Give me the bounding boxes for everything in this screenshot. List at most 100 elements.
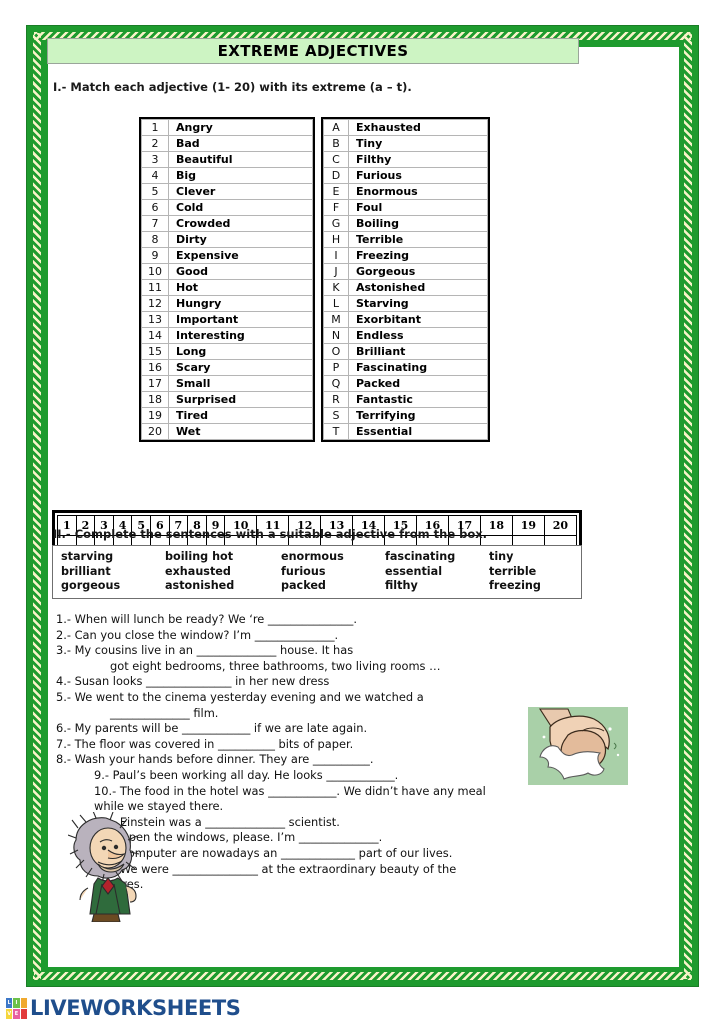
extreme-key: M — [323, 311, 349, 328]
table-row: P Fascinating — [323, 359, 488, 376]
word-bank-row: starving boiling hot enormous fascinating ti… — [53, 550, 581, 565]
logo-tile-v: V — [6, 1008, 13, 1019]
extreme-word: Exorbitant — [348, 311, 488, 328]
table-row: 20 Wet — [141, 423, 313, 440]
table-row: 6 Cold — [141, 199, 313, 216]
table-row: 12 Hungry — [141, 295, 313, 312]
sentence-s6[interactable]: 6.- My parents will be ____________ if w… — [56, 721, 576, 737]
adjective-table-left: 1 Angry 2 Bad 3 Beautiful 4 Big 5 Clever 6 Cold 7 Cro… — [139, 117, 315, 442]
table-row: J Gorgeous — [323, 263, 488, 280]
table-row: 9 Expensive — [141, 247, 313, 264]
liveworksheets-logo-icon: L I V E — [6, 997, 27, 1019]
table-row: 8 Dirty — [141, 231, 313, 248]
adjective-word: Dirty — [168, 231, 313, 248]
extreme-key: F — [323, 199, 349, 216]
word-bank-item: essential — [385, 564, 443, 578]
table-row: 19 Tired — [141, 407, 313, 424]
table-row: H Terrible — [323, 231, 488, 248]
extreme-word: Exhausted — [348, 119, 488, 136]
table-row: 17 Small — [141, 375, 313, 392]
extreme-key: Q — [323, 375, 349, 392]
page-title: EXTREME ADJECTIVES — [47, 38, 579, 64]
adjective-word: Small — [168, 375, 313, 392]
table-row: 11 Hot — [141, 279, 313, 296]
extreme-key: O — [323, 343, 349, 360]
adjective-key: 1 — [141, 119, 169, 136]
adjective-key: 18 — [141, 391, 169, 408]
sentence-s10b[interactable]: while we stayed there. — [94, 799, 576, 815]
adjective-table-right: A Exhausted B Tiny C Filthy D Furious E Enormous F… — [321, 117, 490, 442]
sentence-s4[interactable]: 4.- Susan looks _______________ in her n… — [56, 674, 576, 690]
extreme-word: Essential — [348, 423, 488, 440]
logo-tile-blank-1 — [20, 997, 27, 1008]
sentence-s1[interactable]: 1.- When will lunch be ready? We ‘re ___… — [56, 612, 576, 628]
sentence-s12[interactable]: 12.- Open the windows, please. I’m _____… — [94, 830, 576, 846]
word-bank-item: starving — [61, 550, 114, 563]
answer-grid-number: 20 — [543, 515, 578, 536]
extreme-key: L — [323, 295, 349, 312]
sentence-s10[interactable]: 10.- The food in the hotel was _________… — [94, 784, 576, 800]
sentence-s8[interactable]: 8.- Wash your hands before dinner. They … — [56, 752, 576, 768]
table-row: D Furious — [323, 167, 488, 184]
logo-tile-i: I — [13, 997, 20, 1008]
sentence-s11[interactable]: 11.- Einstein was a ______________ scien… — [94, 815, 576, 831]
extreme-key: D — [323, 167, 349, 184]
sentence-s14[interactable]: 14.- We were _______________ at the extr… — [94, 862, 576, 878]
adjective-key: 8 — [141, 231, 169, 248]
adjective-key: 17 — [141, 375, 169, 392]
worksheet-page: EXTREME ADJECTIVES I.- Match each adject… — [0, 0, 725, 1024]
extreme-key: G — [323, 215, 349, 232]
answer-grid-number: 19 — [511, 515, 545, 536]
sentence-s5b[interactable]: ______________ film. — [56, 706, 576, 722]
adjective-word: Angry — [168, 119, 313, 136]
extreme-word: Starving — [348, 295, 488, 312]
sentence-s14b[interactable]: pictures. — [94, 877, 576, 893]
table-row: F Foul — [323, 199, 488, 216]
adjective-key: 19 — [141, 407, 169, 424]
table-row: 13 Important — [141, 311, 313, 328]
extreme-word: Terrible — [348, 231, 488, 248]
sentence-s2[interactable]: 2.- Can you close the window? I’m ______… — [56, 628, 576, 644]
table-row: 14 Interesting — [141, 327, 313, 344]
sentence-s7[interactable]: 7.- The floor was covered in __________ … — [56, 737, 576, 753]
extreme-key: K — [323, 279, 349, 296]
sentence-s5[interactable]: 5.- We went to the cinema yesterday even… — [56, 690, 576, 706]
sentence-s13[interactable]: 13.- Computer are nowadays an __________… — [94, 846, 576, 862]
extreme-word: Enormous — [348, 183, 488, 200]
sentence-s3[interactable]: 3.- My cousins live in an ______________… — [56, 643, 576, 659]
word-bank-item: enormous — [281, 550, 344, 563]
adjective-key: 15 — [141, 343, 169, 360]
extreme-word: Brilliant — [348, 343, 488, 360]
table-row: 10 Good — [141, 263, 313, 280]
extreme-key: S — [323, 407, 349, 424]
adjective-word: Important — [168, 311, 313, 328]
table-row: 7 Crowded — [141, 215, 313, 232]
word-bank-row: gorgeous astonished packed filthy freezing — [53, 579, 581, 594]
adjective-word: Good — [168, 263, 313, 280]
table-row: 4 Big — [141, 167, 313, 184]
sentence-s3b[interactable]: got eight bedrooms, three bathrooms, two… — [56, 659, 576, 675]
extreme-key: T — [323, 423, 349, 440]
adjective-key: 7 — [141, 215, 169, 232]
extreme-word: Furious — [348, 167, 488, 184]
sentence-s9[interactable]: 9.- Paul’s been working all day. He look… — [94, 768, 576, 784]
table-row: 3 Beautiful — [141, 151, 313, 168]
word-bank-item: brilliant — [61, 564, 111, 578]
adjective-word: Beautiful — [168, 151, 313, 168]
extreme-key: E — [323, 183, 349, 200]
adjective-word: Hot — [168, 279, 313, 296]
extreme-key: C — [323, 151, 349, 168]
exercise-two-instruction: II.- Complete the sentences with a suita… — [53, 527, 488, 541]
adjective-key: 16 — [141, 359, 169, 376]
table-row: Q Packed — [323, 375, 488, 392]
logo-tile-blank-2 — [20, 1008, 27, 1019]
word-bank-item: gorgeous — [61, 579, 121, 592]
liveworksheets-footer: L I V E LIVEWORKSHEETS — [6, 996, 241, 1020]
extreme-word: Fantastic — [348, 391, 488, 408]
adjective-key: 12 — [141, 295, 169, 312]
word-bank-item: astonished — [165, 579, 235, 592]
extreme-word: Packed — [348, 375, 488, 392]
adjective-word: Expensive — [168, 247, 313, 264]
adjective-word: Scary — [168, 359, 313, 376]
extreme-key: P — [323, 359, 349, 376]
